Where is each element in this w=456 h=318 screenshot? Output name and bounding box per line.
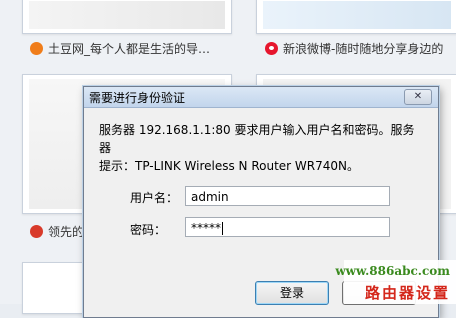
site-thumbnail [263, 1, 451, 29]
username-label: 用户名： [130, 191, 179, 205]
weibo-icon [265, 42, 278, 55]
close-button[interactable]: ✕ [404, 89, 432, 105]
login-button[interactable]: 登录 [255, 281, 329, 305]
site-tile-weibo[interactable] [256, 0, 456, 34]
site-tile-tudou[interactable] [22, 0, 232, 34]
site-label-weibo[interactable]: 新浪微博-随时随地分享身边的 [265, 40, 456, 57]
auth-message-line-2: 提示：TP-LINK Wireless N Router WR740N。 [99, 159, 359, 173]
auth-message-line-1: 服务器 192.168.1.1:80 要求用户输入用户名和密码。服务器 [99, 123, 415, 155]
site-thumbnail [29, 1, 225, 29]
password-field[interactable]: ***** [185, 217, 390, 237]
password-label: 密码： [130, 223, 167, 237]
site-title: 领先的 [48, 225, 85, 239]
username-field[interactable]: admin [185, 186, 390, 206]
login-button-label: 登录 [279, 286, 304, 300]
dialog-title: 需要进行身份验证 [89, 91, 186, 105]
lingxian-icon [30, 225, 43, 238]
text-caret [222, 222, 223, 235]
site-watermark: www.886abc.com 路由器设置 [335, 260, 456, 304]
site-title: 新浪微博-随时随地分享身边的 [283, 42, 444, 56]
username-value: admin [191, 190, 229, 204]
site-title: 土豆网_每个人都是生活的导… [48, 42, 211, 56]
watermark-name: 路由器设置 [364, 284, 450, 302]
tudou-icon [30, 42, 43, 55]
dialog-titlebar: 需要进行身份验证 ✕ [84, 87, 438, 108]
close-icon: ✕ [413, 91, 423, 102]
watermark-url: www.886abc.com [335, 264, 450, 278]
auth-message: 服务器 192.168.1.1:80 要求用户输入用户名和密码。服务器 提示：T… [99, 121, 424, 175]
password-value: ***** [191, 221, 221, 235]
site-label-tudou[interactable]: 土豆网_每个人都是生活的导… [30, 40, 250, 57]
site-label-lingxian[interactable]: 领先的 [30, 223, 90, 240]
